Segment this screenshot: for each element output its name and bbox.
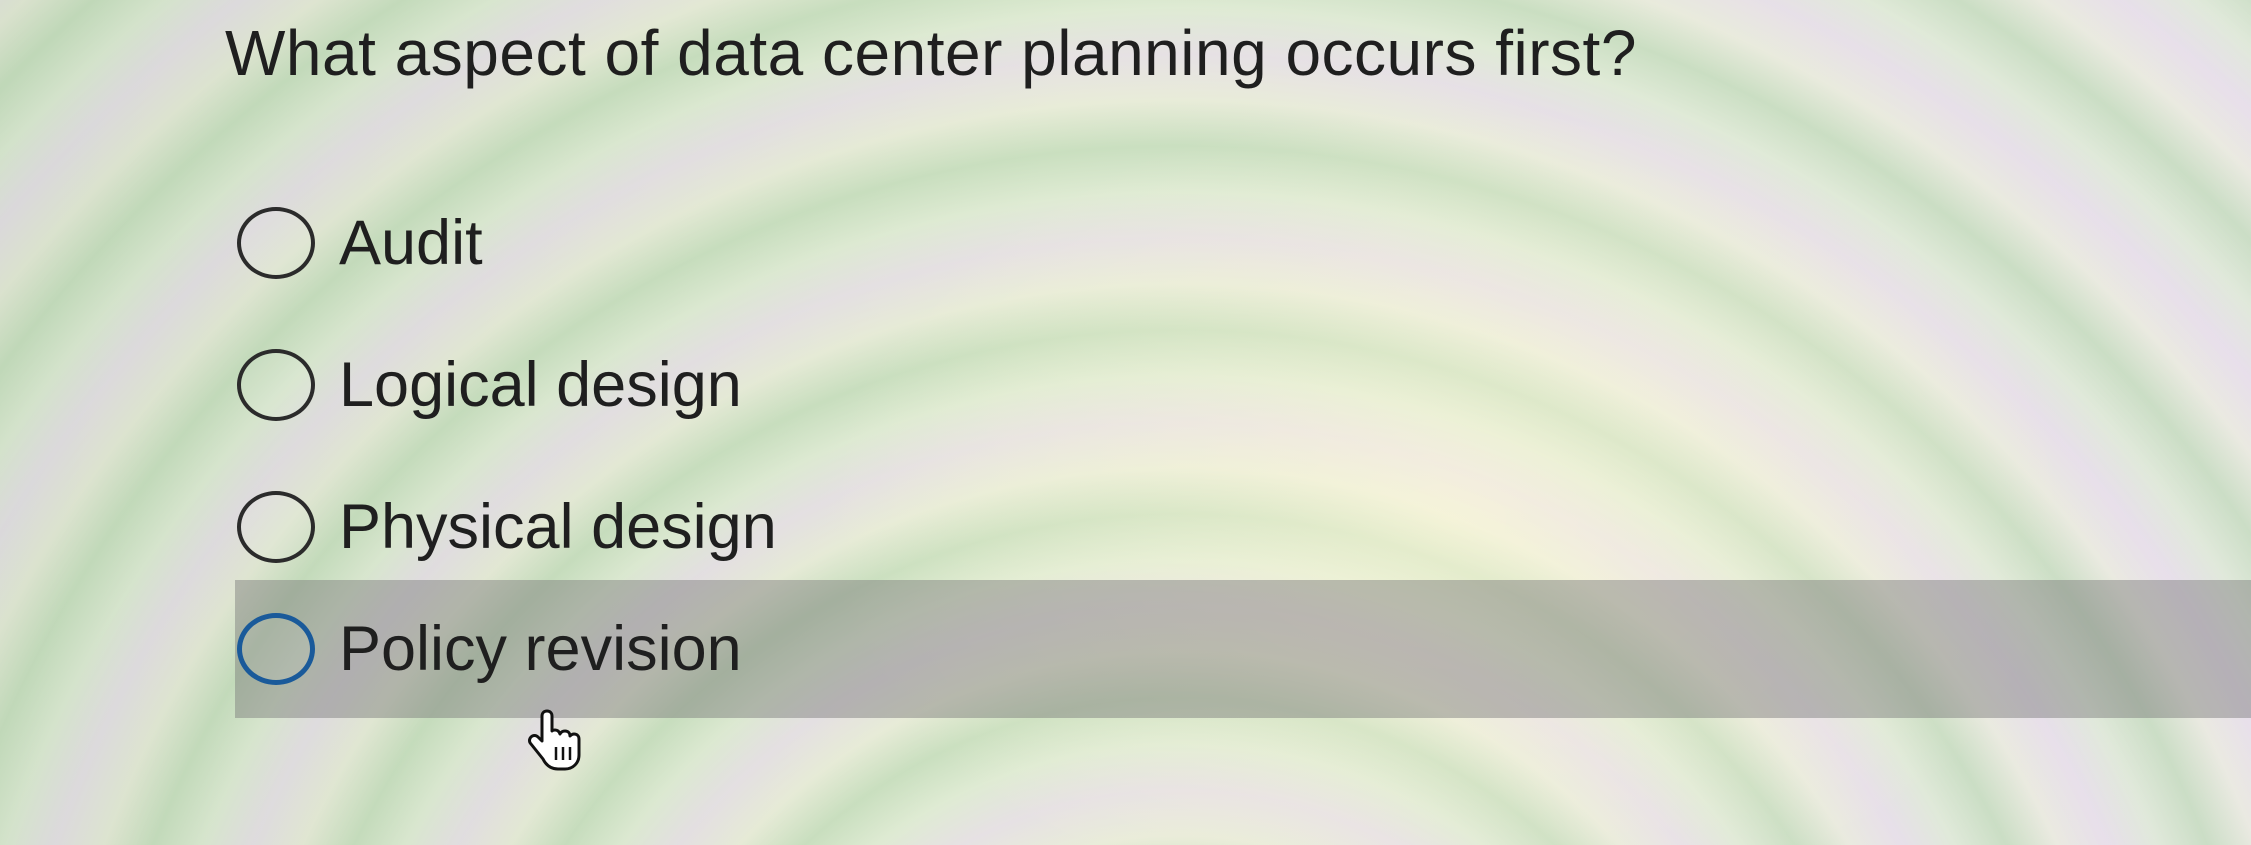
radio-button[interactable] <box>237 349 315 421</box>
quiz-question-panel: What aspect of data center planning occu… <box>0 0 2251 845</box>
option-audit[interactable]: Audit <box>235 174 2251 312</box>
option-policy-revision[interactable]: Policy revision <box>235 580 2251 718</box>
question-text: What aspect of data center planning occu… <box>225 17 1637 89</box>
option-label: Policy revision <box>339 614 742 684</box>
radio-button[interactable] <box>237 491 315 563</box>
option-logical-design[interactable]: Logical design <box>235 316 2251 454</box>
option-label: Audit <box>339 208 483 278</box>
option-label: Physical design <box>339 492 777 562</box>
hand-pointer-icon <box>528 709 581 771</box>
option-physical-design[interactable]: Physical design <box>235 458 2251 596</box>
radio-button[interactable] <box>237 613 315 685</box>
radio-button[interactable] <box>237 207 315 279</box>
option-label: Logical design <box>339 350 742 420</box>
